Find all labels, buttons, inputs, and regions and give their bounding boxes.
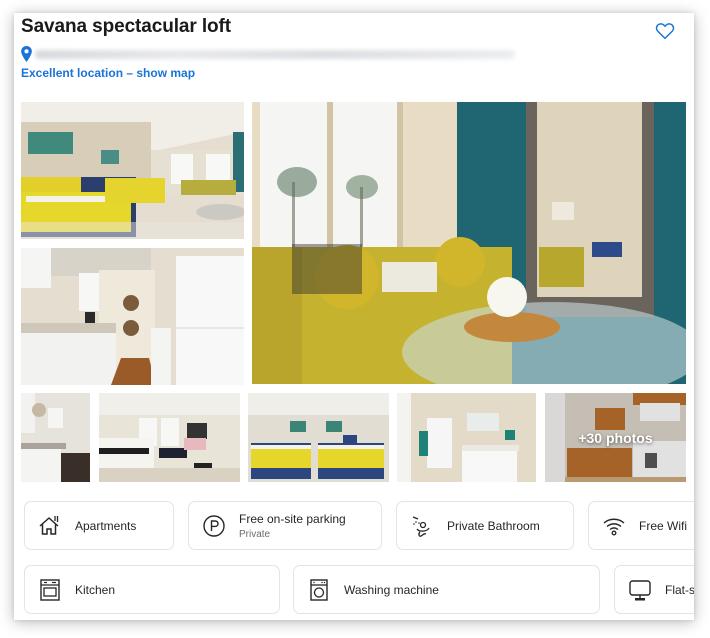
washing-machine-icon xyxy=(306,577,332,603)
facility-private-bathroom: Private Bathroom xyxy=(396,501,574,550)
facility-parking: Free on-site parking Private xyxy=(188,501,382,550)
facility-free-wifi: Free Wifi xyxy=(588,501,694,550)
gallery-thumb-bedroom-two-beds[interactable] xyxy=(248,393,389,482)
facility-apartments: Apartments xyxy=(24,501,174,550)
facility-washing-machine: Washing machine xyxy=(293,565,600,614)
facility-label: Private Bathroom xyxy=(447,518,540,533)
gallery-photo-bedroom[interactable] xyxy=(21,102,244,239)
thumb-bathroom-image xyxy=(397,393,536,482)
heart-icon xyxy=(655,23,675,40)
show-map-link[interactable]: Excellent location – show map xyxy=(21,66,195,80)
facility-label: Flat-s xyxy=(665,582,694,597)
facility-flat-screen-tv: Flat-s xyxy=(614,565,694,614)
photo-bedroom-image xyxy=(21,102,244,239)
map-pin-icon xyxy=(21,46,32,62)
gallery-photo-living-room[interactable] xyxy=(252,102,686,384)
facility-label: Apartments xyxy=(75,518,137,533)
address-text-blurred xyxy=(35,50,515,59)
oven-icon xyxy=(37,577,63,603)
parking-icon xyxy=(201,513,227,539)
wifi-icon xyxy=(601,513,627,539)
photo-living-room-image xyxy=(252,102,686,384)
gallery-thumb-bathroom[interactable] xyxy=(397,393,536,482)
more-photos-label[interactable]: +30 photos xyxy=(545,393,686,482)
gallery-thumb-more-photos[interactable]: +30 photos xyxy=(545,393,686,482)
gallery-thumb-kitchenette[interactable] xyxy=(21,393,90,482)
shower-icon xyxy=(409,513,435,539)
thumb-bedroom-two-beds-image xyxy=(248,393,389,482)
property-title: Savana spectacular loft xyxy=(21,16,231,37)
facility-label: Washing machine xyxy=(344,582,439,597)
thumb-kitchenette-image xyxy=(21,393,90,482)
monitor-icon xyxy=(627,577,653,603)
address-row xyxy=(21,46,521,64)
favorite-button[interactable] xyxy=(655,22,675,40)
facility-sublabel: Private xyxy=(239,528,271,540)
facility-label: Kitchen xyxy=(75,582,116,597)
photo-kitchen-image xyxy=(21,248,244,385)
house-icon xyxy=(37,513,63,539)
facility-kitchen: Kitchen xyxy=(24,565,280,614)
property-card: Savana spectacular loft Excellent locati… xyxy=(14,13,694,620)
facility-label: Free on-site parking xyxy=(239,511,346,526)
gallery-thumb-lounge[interactable] xyxy=(99,393,240,482)
thumb-lounge-image xyxy=(99,393,240,482)
gallery-photo-kitchen[interactable] xyxy=(21,248,244,385)
facility-label: Free Wifi xyxy=(639,518,687,533)
